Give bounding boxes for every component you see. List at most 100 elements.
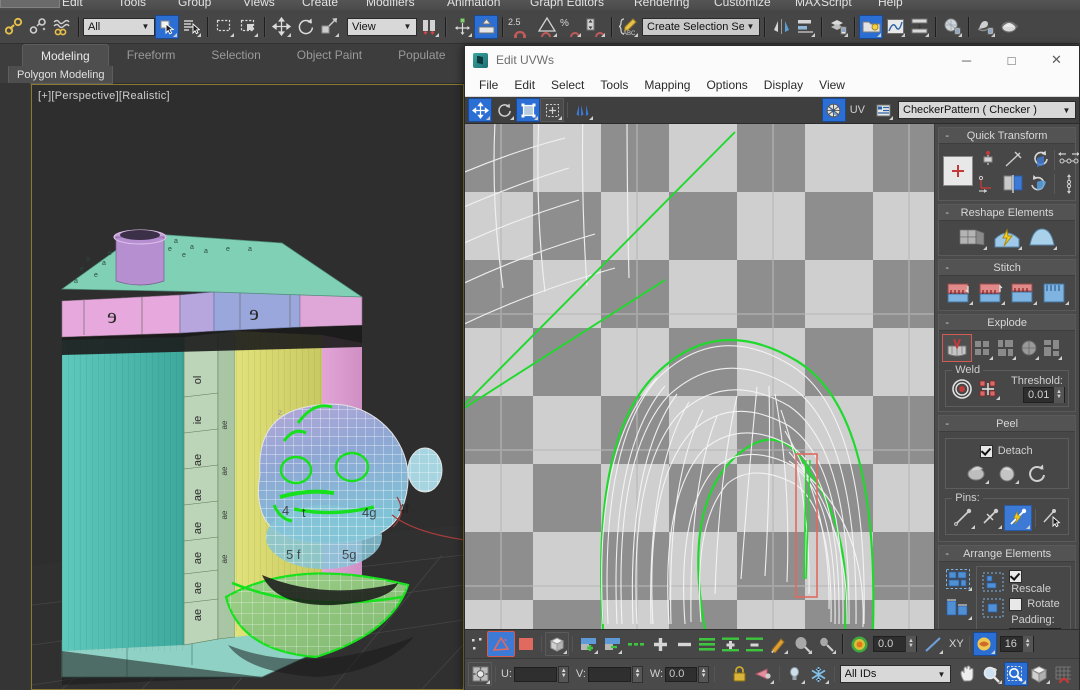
- pin-selected-icon[interactable]: [1039, 506, 1065, 530]
- menu-item-animation[interactable]: Animation: [447, 0, 500, 9]
- mirror-icon[interactable]: [769, 15, 793, 39]
- v-spinner-arrows-icon[interactable]: ▲▼: [632, 666, 642, 683]
- menu-item-graph-editors[interactable]: Graph Editors: [530, 0, 604, 9]
- peel-mode-icon[interactable]: [964, 461, 990, 485]
- rollout-quick-transform[interactable]: - Quick Transform: [938, 127, 1076, 201]
- menu-app-button[interactable]: [0, 0, 60, 8]
- relax-icon[interactable]: [956, 225, 988, 251]
- explode-by-element-icon[interactable]: [1041, 335, 1063, 361]
- menu-item-edit[interactable]: Edit: [62, 0, 83, 9]
- rect-selection-region-icon[interactable]: [212, 15, 236, 39]
- paint-brush-smaller-icon[interactable]: [814, 632, 838, 656]
- uvw-menu-edit[interactable]: Edit: [506, 78, 543, 92]
- edit-uvws-menu-bar[interactable]: File Edit Select Tools Mapping Options D…: [465, 74, 1079, 97]
- spinner-arrows-icon[interactable]: ▲▼: [1022, 636, 1033, 652]
- spinner-snap-icon[interactable]: [583, 15, 607, 39]
- move-icon[interactable]: [943, 156, 973, 186]
- menu-item-rendering[interactable]: Rendering: [634, 0, 689, 9]
- edit-uvws-right-panel[interactable]: - Quick Transform: [934, 124, 1079, 629]
- pelt-map-icon[interactable]: [1026, 225, 1058, 251]
- menu-item-views[interactable]: Views: [243, 0, 275, 9]
- texture-list-icon[interactable]: [871, 98, 895, 122]
- detach-checkbox[interactable]: [980, 445, 993, 458]
- w-spinner-arrows-icon[interactable]: ▲▼: [698, 666, 708, 683]
- space-vertical-icon[interactable]: [1056, 172, 1079, 196]
- stitch-custom-icon[interactable]: [1008, 280, 1038, 306]
- viewport-label[interactable]: [+][Perspective][Realistic]: [38, 90, 170, 102]
- show-map-in-viewport-icon[interactable]: [822, 98, 846, 122]
- face-subobject-icon[interactable]: [514, 632, 538, 656]
- contract-selection-icon[interactable]: [672, 632, 696, 656]
- tab-selection[interactable]: Selection: [193, 44, 278, 66]
- uvw-menu-options[interactable]: Options: [698, 78, 755, 92]
- percent-snap-toggle-icon[interactable]: [535, 15, 559, 39]
- zoom-region-icon[interactable]: [1004, 662, 1028, 686]
- material-editor-icon[interactable]: [940, 15, 964, 39]
- u-field[interactable]: [514, 667, 558, 682]
- explode-angle-icon[interactable]: [972, 335, 994, 361]
- menu-item-group[interactable]: Group: [178, 0, 211, 9]
- close-icon[interactable]: ✕: [1034, 46, 1079, 74]
- select-and-rotate-icon[interactable]: [293, 15, 317, 39]
- pack-normalize-icon[interactable]: [943, 566, 973, 592]
- window-crossing-icon[interactable]: [236, 15, 260, 39]
- reference-coordinate-system-combo[interactable]: View ▼: [347, 18, 417, 36]
- falloff-curve-icon[interactable]: [921, 632, 945, 656]
- maximize-icon[interactable]: □: [989, 46, 1034, 74]
- render-setup-icon[interactable]: [973, 15, 997, 39]
- texture-map-combo[interactable]: CheckerPattern ( Checker ) ▼: [898, 101, 1076, 119]
- menu-item-modifiers[interactable]: Modifiers: [366, 0, 415, 9]
- collapse-icon[interactable]: -: [939, 418, 955, 430]
- flip-horizontal-icon[interactable]: [1001, 172, 1027, 196]
- collapse-icon[interactable]: -: [939, 130, 955, 142]
- rollout-header-arrange-elements[interactable]: - Arrange Elements: [939, 546, 1075, 562]
- unpin-icon[interactable]: [977, 506, 1003, 530]
- hide-selected-icon[interactable]: [752, 662, 776, 686]
- align-horizontal-icon[interactable]: [975, 148, 1001, 172]
- soft-selection-falloff-spinner[interactable]: 0.0 ▲▼: [873, 636, 917, 652]
- collapse-icon[interactable]: -: [939, 207, 955, 219]
- paint-select-icon[interactable]: [766, 632, 790, 656]
- spinner-snap-toggle-icon[interactable]: %: [559, 15, 583, 39]
- layer-explorer-icon[interactable]: [826, 15, 850, 39]
- rollout-header-stitch[interactable]: - Stitch: [939, 260, 1075, 276]
- collapse-icon[interactable]: -: [939, 548, 955, 560]
- menu-item-customize[interactable]: Customize: [714, 0, 771, 9]
- snap-icon[interactable]: [1052, 662, 1076, 686]
- uvw-menu-file[interactable]: File: [471, 78, 506, 92]
- tab-modeling[interactable]: Modeling: [22, 44, 109, 66]
- curve-editor-icon[interactable]: [883, 15, 907, 39]
- select-and-scale-icon[interactable]: [317, 15, 341, 39]
- spinner-arrows-icon[interactable]: ▲▼: [905, 636, 916, 652]
- align-to-edge-icon[interactable]: [975, 172, 1001, 196]
- bind-space-warp-icon[interactable]: [50, 15, 74, 39]
- rotate-checkbox[interactable]: [1009, 598, 1022, 611]
- pin-auto-icon[interactable]: [1004, 505, 1032, 531]
- remove-texture-icon[interactable]: [600, 632, 624, 656]
- explode-material-id-icon[interactable]: [995, 335, 1017, 361]
- uv-edit-canvas[interactable]: [465, 124, 934, 629]
- rescale-checkbox[interactable]: [1009, 570, 1022, 583]
- edit-named-selection-sets-icon[interactable]: ABC: [616, 15, 640, 39]
- rollout-explode[interactable]: - Explode: [938, 314, 1076, 412]
- named-selection-set-combo[interactable]: Create Selection Set ▼: [642, 18, 760, 36]
- rollout-reshape-elements[interactable]: - Reshape Elements: [938, 204, 1076, 256]
- uv-subobject-toolbar[interactable]: 0.0 ▲▼ XY 16 ▲▼: [465, 630, 1079, 658]
- collapse-icon[interactable]: -: [939, 317, 955, 329]
- lock-selection-icon[interactable]: [728, 662, 752, 686]
- zoom-icon[interactable]: [980, 662, 1004, 686]
- edit-uvws-dialog[interactable]: Edit UVWs ─ □ ✕ File Edit Select Tools M…: [464, 45, 1080, 690]
- rollout-header-reshape-elements[interactable]: - Reshape Elements: [939, 205, 1075, 221]
- show-edge-distortion-icon[interactable]: [973, 632, 997, 656]
- soft-selection-icon[interactable]: [847, 632, 871, 656]
- element-subobject-icon[interactable]: [545, 632, 569, 656]
- quick-peel-icon[interactable]: [991, 225, 1023, 251]
- snaps-toggle-icon[interactable]: [474, 15, 498, 39]
- quick-peel-icon[interactable]: [994, 461, 1020, 485]
- pack-tight-icon[interactable]: [943, 595, 973, 621]
- edge-distortion-spinner[interactable]: 16 ▲▼: [1000, 636, 1034, 652]
- rollout-header-peel[interactable]: - Peel: [939, 416, 1075, 432]
- add-texture-icon[interactable]: [576, 632, 600, 656]
- main-toolbar[interactable]: All ▼: [0, 10, 1080, 44]
- pan-icon[interactable]: [956, 662, 980, 686]
